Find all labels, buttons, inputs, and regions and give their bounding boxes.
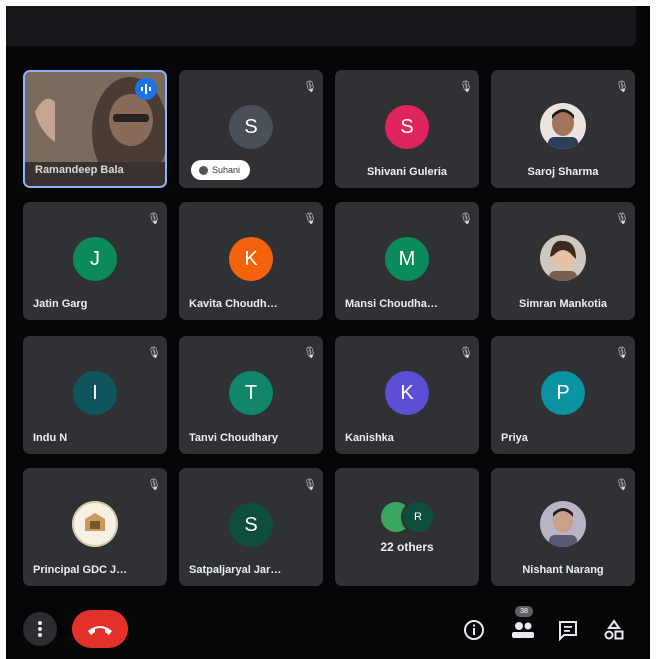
participant-tile[interactable]: 🎙 J Jatin Garg: [23, 202, 167, 320]
name-chip: Suhani: [191, 160, 251, 180]
others-initial-avatar: R: [401, 500, 435, 534]
participant-photo: [540, 235, 586, 281]
top-bar: [6, 6, 636, 46]
people-count-badge: 38: [515, 606, 533, 617]
mic-off-icon: 🎙: [459, 81, 473, 93]
people-button[interactable]: 38: [506, 606, 540, 644]
more-vertical-icon: [38, 621, 42, 637]
participant-photo: [540, 103, 586, 149]
participant-tile[interactable]: 🎙 K Kanishka: [335, 336, 479, 454]
participant-name: Shivani Guleria: [366, 166, 448, 178]
mic-off-icon: 🎙: [615, 479, 629, 491]
info-icon: [464, 620, 484, 640]
participant-tile[interactable]: 🎙 P Priya: [491, 336, 635, 454]
participant-avatar: K: [385, 371, 429, 415]
participant-avatar: K: [229, 237, 273, 281]
participant-tile[interactable]: 🎙 S Shivani Guleria: [335, 70, 479, 188]
mic-off-icon: 🎙: [615, 81, 629, 93]
chat-icon: [559, 621, 577, 642]
info-button[interactable]: [462, 618, 486, 642]
participant-avatar: S: [229, 105, 273, 149]
more-options-button[interactable]: [23, 612, 57, 646]
others-tile[interactable]: R 22 others: [335, 468, 479, 586]
participant-photo: [72, 501, 118, 547]
participant-name: Mansi Choudha…: [345, 298, 438, 310]
mic-off-icon: 🎙: [303, 479, 317, 491]
chat-button[interactable]: [556, 618, 580, 642]
participant-avatar: S: [385, 105, 429, 149]
mic-off-icon: 🎙: [147, 213, 161, 225]
speaking-indicator: [135, 78, 157, 100]
participant-avatar: S: [229, 503, 273, 547]
mic-off-icon: 🎙: [147, 347, 161, 359]
name-chip-label: Suhani: [212, 165, 241, 175]
mic-off-icon: 🎙: [303, 81, 317, 93]
participant-avatar: I: [73, 371, 117, 415]
participant-tile[interactable]: 🎙 Saroj Sharma: [491, 70, 635, 188]
participant-name: Priya: [501, 432, 528, 444]
participant-tile[interactable]: 🎙 Principal GDC J…: [23, 468, 167, 586]
participant-name: Principal GDC J…: [33, 564, 128, 576]
participant-name: Kanishka: [345, 432, 394, 444]
mic-off-icon: 🎙: [147, 479, 161, 491]
participant-photo: [540, 501, 586, 547]
participant-tile[interactable]: 🎙 I Indu N: [23, 336, 167, 454]
participant-tile[interactable]: 🎙 M Mansi Choudha…: [335, 202, 479, 320]
participant-tile[interactable]: 🎙 K Kavita Choudh…: [179, 202, 323, 320]
mic-off-icon: 🎙: [303, 347, 317, 359]
college-logo: [72, 501, 118, 547]
participant-tile[interactable]: 🎙 Simran Mankotia: [491, 202, 635, 320]
participant-name: Simran Mankotia: [518, 298, 608, 310]
participant-name: Satpaljaryal Jar…: [189, 564, 282, 576]
activities-button[interactable]: [602, 618, 626, 642]
self-tile-name: Ramandeep Bala: [35, 164, 124, 176]
participant-avatar: P: [541, 371, 585, 415]
audio-wave-icon: [141, 84, 151, 94]
participant-tile[interactable]: 🎙 T Tanvi Choudhary: [179, 336, 323, 454]
participant-tile[interactable]: 🎙 Nishant Narang: [491, 468, 635, 586]
mic-off-icon: 🎙: [615, 213, 629, 225]
mic-off-icon: 🎙: [615, 347, 629, 359]
activities-icon: [604, 619, 624, 640]
participant-name: Nishant Narang: [522, 564, 604, 576]
participant-avatar: J: [73, 237, 117, 281]
self-video-tile[interactable]: Ramandeep Bala: [23, 70, 167, 188]
person-icon: [199, 166, 208, 176]
mic-off-icon: 🎙: [303, 213, 317, 225]
participant-tile[interactable]: 🎙 S Suhani: [179, 70, 323, 188]
participant-name: Indu N: [33, 432, 68, 444]
mic-off-icon: 🎙: [459, 347, 473, 359]
participant-avatar: T: [229, 371, 273, 415]
participant-name: Kavita Choudh…: [189, 298, 278, 310]
participant-name: Tanvi Choudhary: [189, 432, 279, 444]
others-count: 22 others: [380, 540, 434, 554]
participant-name: Saroj Sharma: [527, 166, 599, 178]
participant-name: Jatin Garg: [33, 298, 88, 310]
end-call-icon: [88, 626, 112, 635]
end-call-button[interactable]: [72, 610, 128, 648]
others-avatar-stack: R: [379, 500, 439, 534]
participant-avatar: M: [385, 237, 429, 281]
mic-off-icon: 🎙: [459, 213, 473, 225]
participant-tile[interactable]: 🎙 S Satpaljaryal Jar…: [179, 468, 323, 586]
meeting-window: Ramandeep Bala 🎙 S Suhani 🎙 S Shivani Gu…: [6, 6, 650, 659]
